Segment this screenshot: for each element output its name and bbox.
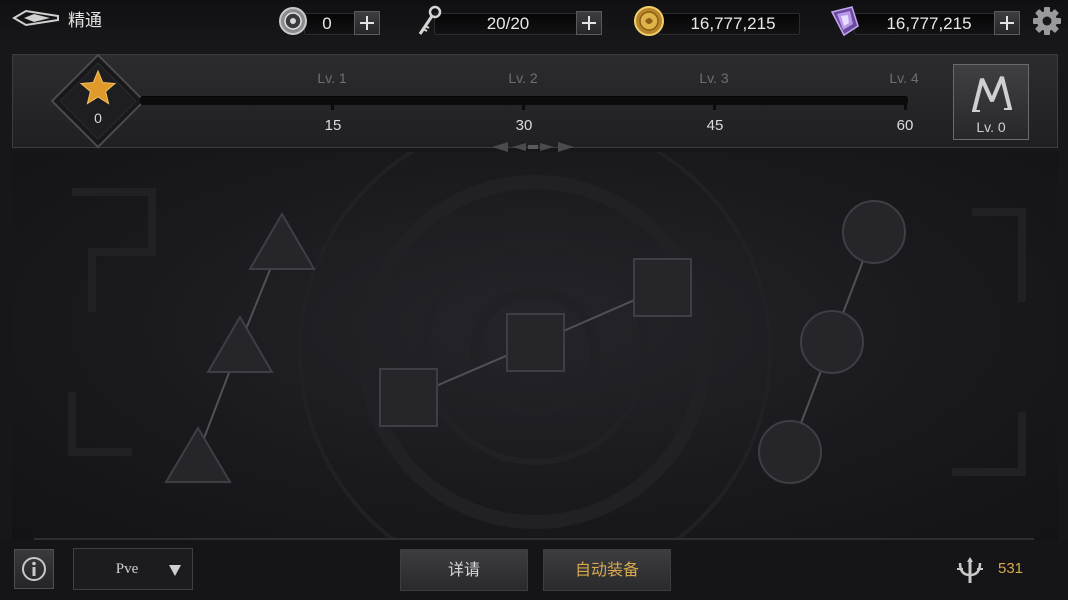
purple-crystal-icon <box>830 6 859 37</box>
gear-icon <box>1033 7 1061 35</box>
circle-node-1[interactable] <box>758 420 822 484</box>
triangle-node-2[interactable] <box>206 315 274 373</box>
info-icon <box>22 557 46 581</box>
square-node-3[interactable] <box>633 258 692 317</box>
medal-resource: 0 <box>276 4 386 38</box>
back-button[interactable] <box>12 6 60 30</box>
triangle-node-3[interactable] <box>248 212 316 270</box>
skill-tree-canvas <box>68 152 1026 540</box>
rank-badge-button[interactable]: Lv. 0 <box>953 64 1029 140</box>
silver-medal-icon <box>279 7 307 35</box>
level-2-requirement: 30 <box>515 117 533 134</box>
gold-value: 16,777,215 <box>690 14 776 33</box>
mode-selected-value: Pve <box>115 561 139 577</box>
level-1-requirement: 15 <box>324 117 342 134</box>
auto-equip-button[interactable]: 自动装备 <box>543 549 671 591</box>
level-tick <box>904 100 907 110</box>
dropdown-arrow-icon <box>169 565 181 576</box>
crystal-add-button[interactable] <box>994 11 1020 35</box>
trident-icon <box>957 557 983 583</box>
power-value: 531 <box>998 560 1024 577</box>
level-tick <box>522 100 525 110</box>
level-1-label: Lv. 1 <box>317 70 347 86</box>
medal-add-button[interactable] <box>354 11 380 35</box>
triangle-branch <box>164 212 316 483</box>
level-3-label: Lv. 3 <box>699 70 729 86</box>
page-title: 精通 <box>68 11 102 31</box>
level-tick <box>713 100 716 110</box>
circle-node-2[interactable] <box>800 310 864 374</box>
gold-coin-icon <box>634 6 664 36</box>
circle-branch <box>758 200 906 484</box>
square-node-2[interactable] <box>506 313 565 372</box>
square-node-1[interactable] <box>379 368 438 427</box>
winged-back-arrow-icon <box>12 9 59 27</box>
gold-resource: 16,777,215 <box>632 4 802 38</box>
info-button[interactable] <box>14 549 54 589</box>
circle-node-3[interactable] <box>842 200 906 264</box>
level-2-label: Lv. 2 <box>508 70 538 86</box>
settings-button[interactable] <box>1031 5 1063 37</box>
rank-level-label: Lv. 0 <box>976 119 1006 135</box>
crystal-value: 16,777,215 <box>886 14 972 33</box>
star-points-badge <box>50 53 146 149</box>
mode-select[interactable]: Pve <box>73 548 193 590</box>
crystal-resource: 16,777,215 <box>828 4 1024 38</box>
rune-emblem-icon <box>972 76 1012 112</box>
detail-button[interactable]: 详请 <box>400 549 528 591</box>
level-tick <box>331 100 334 110</box>
skill-tree-area <box>12 152 1058 540</box>
medal-value: 0 <box>322 14 332 33</box>
level-4-label: Lv. 4 <box>889 70 919 86</box>
key-icon <box>418 5 442 35</box>
key-add-button[interactable] <box>576 11 602 35</box>
level-3-requirement: 45 <box>706 117 724 134</box>
triangle-node-1[interactable] <box>164 426 232 483</box>
star-points-value: 0 <box>94 110 102 126</box>
level-4-requirement: 60 <box>896 117 914 134</box>
key-resource: 20/20 <box>412 4 604 38</box>
key-value: 20/20 <box>486 14 530 33</box>
